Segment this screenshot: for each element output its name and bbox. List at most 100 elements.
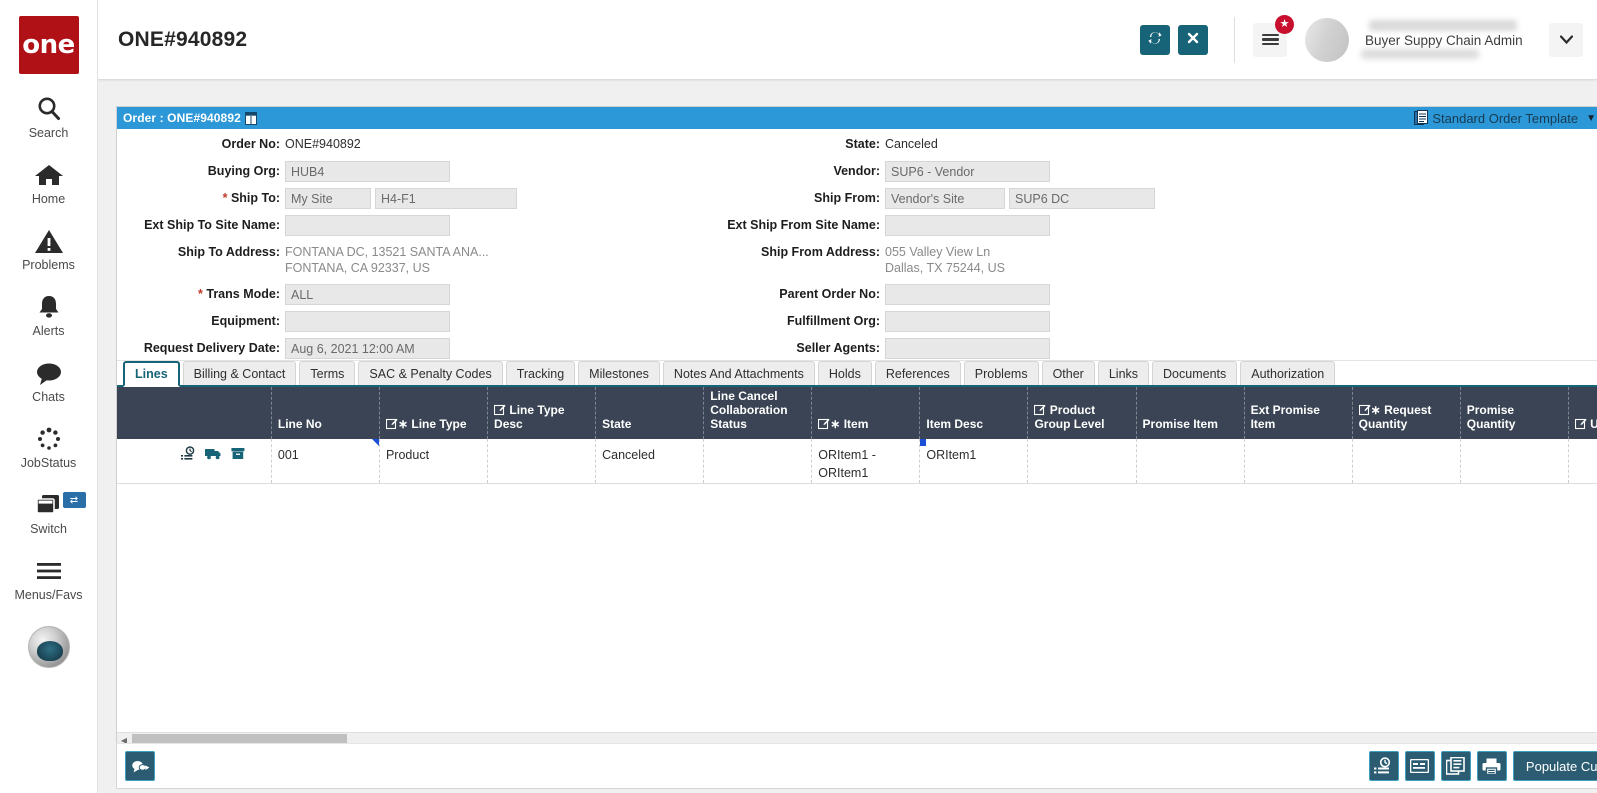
request-delivery-date-input[interactable]: Aug 6, 2021 12:00 AM	[285, 338, 450, 359]
column-header-item[interactable]: ∗ Item	[812, 387, 920, 439]
sidebar-item-chats[interactable]: Chats	[0, 358, 98, 404]
cell-item[interactable]: ORItem1 - ORItem1	[812, 439, 920, 483]
buying-org-input[interactable]: HUB4	[285, 161, 450, 182]
sidebar-label-alerts: Alerts	[33, 324, 65, 338]
cell-line-no[interactable]: 001	[271, 439, 379, 483]
column-header-promise-quantity[interactable]: Promise Quantity	[1460, 387, 1568, 439]
tab-terms[interactable]: Terms	[299, 361, 355, 385]
equipment-input[interactable]	[285, 311, 450, 332]
template-label[interactable]: Standard Order Template	[1432, 111, 1578, 126]
ext-ship-to-site-name-input[interactable]	[285, 215, 450, 236]
tab-problems[interactable]: Problems	[964, 361, 1039, 385]
cell-state: Canceled	[596, 439, 704, 483]
printer-icon[interactable]	[1477, 751, 1507, 781]
column-header-ext-promise-item[interactable]: Ext Promise Item	[1244, 387, 1352, 439]
tab-milestones[interactable]: Milestones	[578, 361, 660, 385]
tab-tracking[interactable]: Tracking	[506, 361, 575, 385]
box-icon[interactable]	[231, 447, 245, 465]
column-header-item-desc[interactable]: Item Desc	[920, 387, 1028, 439]
field-vendor: Vendor: SUP6 - Vendor	[717, 161, 1277, 184]
fulfillment-org-input[interactable]	[885, 311, 1050, 332]
vendor-input[interactable]: SUP6 - Vendor	[885, 161, 1050, 182]
avatar[interactable]	[28, 626, 70, 668]
template-chevron-down-icon[interactable]: ▼	[1586, 113, 1596, 124]
tab-billing-contact[interactable]: Billing & Contact	[183, 361, 297, 385]
cell-product-group-level[interactable]	[1028, 439, 1136, 483]
lines-table-head: Line No ∗ Line Type Line Type Desc State…	[117, 387, 1597, 439]
chat-play-icon[interactable]	[125, 751, 155, 781]
history-icon[interactable]	[181, 446, 196, 466]
sidebar-item-search[interactable]: Search	[0, 94, 98, 140]
seller-agents-input[interactable]	[885, 338, 1050, 359]
column-header-state[interactable]: State	[596, 387, 704, 439]
ship-from-site-input[interactable]: Vendor's Site	[885, 188, 1005, 209]
tab-lines[interactable]: Lines	[123, 361, 180, 387]
order-form-columns: Order No: ONE#940892 Buying Org: HUB4 * …	[117, 129, 1597, 361]
switch-badge-icon[interactable]: ⇄	[63, 492, 86, 508]
notifications-menu[interactable]: ★	[1253, 23, 1287, 57]
ship-to-code-input[interactable]: H4-F1	[375, 188, 517, 209]
user-menu-chevron-down-icon[interactable]	[1549, 23, 1583, 57]
column-header-product-group-level[interactable]: Product Group Level	[1028, 387, 1136, 439]
sidebar-item-problems[interactable]: Problems	[0, 226, 98, 272]
column-header-line-no[interactable]: Line No	[271, 387, 379, 439]
tab-links[interactable]: Links	[1098, 361, 1149, 385]
user-block[interactable]: Buyer Suppy Chain Admin	[1305, 18, 1583, 62]
column-header-promise-item[interactable]: Promise Item	[1136, 387, 1244, 439]
trans-mode-input[interactable]: ALL	[285, 284, 450, 305]
tab-notes-and-attachments[interactable]: Notes And Attachments	[663, 361, 815, 385]
truck-icon[interactable]	[205, 447, 222, 465]
field-ext-ship-to-site-name: Ext Ship To Site Name:	[117, 215, 677, 238]
column-header-line-type-desc[interactable]: Line Type Desc	[488, 387, 596, 439]
required-marker: *	[223, 191, 228, 205]
column-header-line-type[interactable]: ∗ Line Type	[379, 387, 487, 439]
cell-line-type[interactable]: Product	[379, 439, 487, 483]
close-button[interactable]	[1178, 25, 1208, 55]
search-icon	[35, 94, 63, 124]
column-header-request-quantity[interactable]: ∗ Request Quantity	[1352, 387, 1460, 439]
sidebar-item-alerts[interactable]: Alerts	[0, 292, 98, 338]
tab-authorization[interactable]: Authorization	[1240, 361, 1335, 385]
sidebar-label-switch: Switch	[30, 522, 67, 536]
cell-unit-price[interactable]: 14.00	[1568, 439, 1597, 483]
tab-documents[interactable]: Documents	[1152, 361, 1237, 385]
history-list-icon[interactable]	[1369, 751, 1399, 781]
field-buying-org: Buying Org: HUB4	[117, 161, 677, 184]
edit-pencil-icon	[386, 417, 398, 431]
field-parent-order-no: Parent Order No:	[717, 284, 1277, 307]
ship-to-address-line1: FONTANA DC, 13521 SANTA ANA...	[285, 242, 489, 260]
sidebar-item-jobstatus[interactable]: JobStatus	[0, 424, 98, 470]
ext-ship-from-site-name-input[interactable]	[885, 215, 1050, 236]
user-org-redacted	[1361, 49, 1479, 59]
sidebar-item-menus-favs[interactable]: Menus/Favs	[0, 556, 98, 602]
column-header-row-actions[interactable]	[117, 387, 271, 439]
card-icon[interactable]	[1405, 751, 1435, 781]
windows-stack-icon	[34, 490, 64, 520]
row-actions-cell	[117, 439, 271, 483]
field-order-no: Order No: ONE#940892	[117, 134, 677, 157]
copy-icon[interactable]	[1441, 751, 1471, 781]
ship-from-address-line1: 055 Valley View Ln	[885, 242, 1005, 260]
cell-request-quantity[interactable]	[1352, 439, 1460, 483]
tab-other[interactable]: Other	[1042, 361, 1095, 385]
table-row[interactable]: 001 Product Canceled ORItem1 - ORItem1 O…	[117, 439, 1597, 483]
parent-order-no-input[interactable]	[885, 284, 1050, 305]
sidebar-item-switch[interactable]: ⇄ Switch	[0, 490, 98, 536]
tab-holds[interactable]: Holds	[818, 361, 872, 385]
ship-to-site-input[interactable]: My Site	[285, 188, 371, 209]
column-header-line-cancel-collab-status[interactable]: Line Cancel Collaboration Status	[704, 387, 812, 439]
sidebar-item-home[interactable]: Home	[0, 160, 98, 206]
ship-from-code-input[interactable]: SUP6 DC	[1009, 188, 1155, 209]
field-label-ship-from: Ship From:	[717, 188, 885, 205]
column-header-unit-price[interactable]: Unit Price	[1568, 387, 1597, 439]
cell-line-type-desc[interactable]	[488, 439, 596, 483]
grid-icon[interactable]	[245, 112, 257, 125]
refresh-button[interactable]	[1140, 25, 1170, 55]
field-label-order-no: Order No:	[117, 134, 285, 151]
populate-current-boh-button[interactable]: Populate Current BOH	[1513, 751, 1597, 781]
user-avatar[interactable]	[1305, 18, 1349, 62]
tab-references[interactable]: References	[875, 361, 961, 385]
user-meta: Buyer Suppy Chain Admin	[1361, 18, 1539, 62]
cell-promise-item	[1136, 439, 1244, 483]
tab-sac-penalty-codes[interactable]: SAC & Penalty Codes	[358, 361, 502, 385]
